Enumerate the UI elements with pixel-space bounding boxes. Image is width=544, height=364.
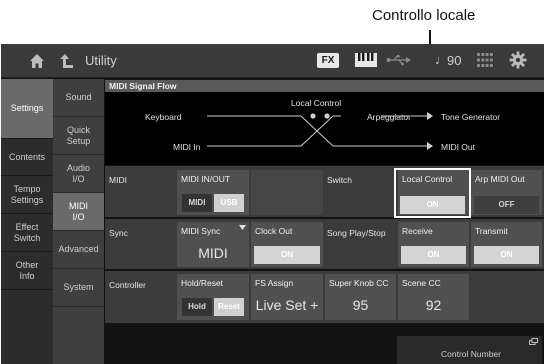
back-arrow-icon[interactable] xyxy=(57,51,77,71)
usb-icon xyxy=(386,55,411,66)
sidebar-item-settings[interactable]: Settings xyxy=(1,79,53,139)
flow-tone-generator-label: Tone Generator xyxy=(441,112,501,122)
flow-midi-out-label: MIDI Out xyxy=(441,142,476,152)
arp-midi-out-toggle[interactable]: OFF xyxy=(474,196,539,214)
fx-indicator: FX xyxy=(317,53,339,68)
sidebar-main: Settings Contents Tempo Settings Effect … xyxy=(1,79,53,364)
midi-row-label: MIDI xyxy=(109,175,127,185)
flow-local-control-label: Local Control xyxy=(291,98,342,108)
song-play-stop-label: Song Play/Stop xyxy=(327,228,386,238)
gear-icon[interactable] xyxy=(509,51,527,69)
controller-row-label: Controller xyxy=(109,280,146,290)
sidebar-item-quick-setup[interactable]: Quick Setup xyxy=(53,117,104,155)
page-title: Utility xyxy=(85,53,117,68)
local-control-highlight xyxy=(394,168,471,218)
midi-io-midi-option[interactable]: MIDI xyxy=(182,194,212,212)
control-number-label: Control Number xyxy=(441,349,501,359)
flow-arpeggiator-label: Arpeggiator xyxy=(367,112,411,122)
reset-option[interactable]: Reset xyxy=(214,298,244,316)
signal-flow-diagram xyxy=(207,112,433,150)
device-screen: Utility FX ♩ 90 Settings Contents Tempo … xyxy=(1,44,544,364)
super-knob-cc-value: 95 xyxy=(352,297,369,313)
flow-keyboard-label: Keyboard xyxy=(145,112,182,122)
sidebar-item-tempo-settings[interactable]: Tempo Settings xyxy=(1,176,53,214)
sidebar-item-effect-switch[interactable]: Effect Switch xyxy=(1,214,53,252)
flow-midi-in-label: MIDI In xyxy=(173,142,201,152)
sidebar-sub: Sound Quick Setup Audio I/O MIDI I/O Adv… xyxy=(53,79,104,364)
hold-option[interactable]: Hold xyxy=(182,298,212,316)
sync-row-label: Sync xyxy=(109,228,128,238)
grid-icon[interactable] xyxy=(477,53,493,67)
midi-sync-value: MIDI xyxy=(198,245,228,261)
sidebar-item-system[interactable]: System xyxy=(53,269,104,307)
scene-cc-value: 92 xyxy=(425,297,442,313)
switch-label: Switch xyxy=(327,175,353,185)
sidebar-item-contents[interactable]: Contents xyxy=(1,139,53,176)
fs-assign-value: Live Set + xyxy=(255,297,319,313)
sidebar-item-advanced[interactable]: Advanced xyxy=(53,231,104,269)
sidebar-item-sound[interactable]: Sound xyxy=(53,79,104,117)
home-icon[interactable] xyxy=(27,51,47,71)
top-bar: Utility FX ♩ 90 xyxy=(1,44,544,78)
midi-io-usb-option[interactable]: USB xyxy=(214,194,244,212)
transmit-toggle[interactable]: ON xyxy=(474,246,539,264)
tempo-value[interactable]: 90 xyxy=(447,53,461,68)
keyboard-icon xyxy=(355,53,377,67)
dropdown-triangle-icon xyxy=(239,225,246,230)
clock-out-toggle[interactable]: ON xyxy=(254,246,320,264)
midi-empty-block xyxy=(251,170,323,215)
expand-icon[interactable] xyxy=(529,338,538,345)
sidebar-item-other-info[interactable]: Other Info xyxy=(1,252,53,290)
receive-toggle[interactable]: ON xyxy=(401,246,466,264)
sidebar-item-midi-io[interactable]: MIDI I/O xyxy=(53,193,104,231)
callout-label: Controllo locale xyxy=(372,7,476,24)
sidebar-item-audio-io[interactable]: Audio I/O xyxy=(53,155,104,193)
